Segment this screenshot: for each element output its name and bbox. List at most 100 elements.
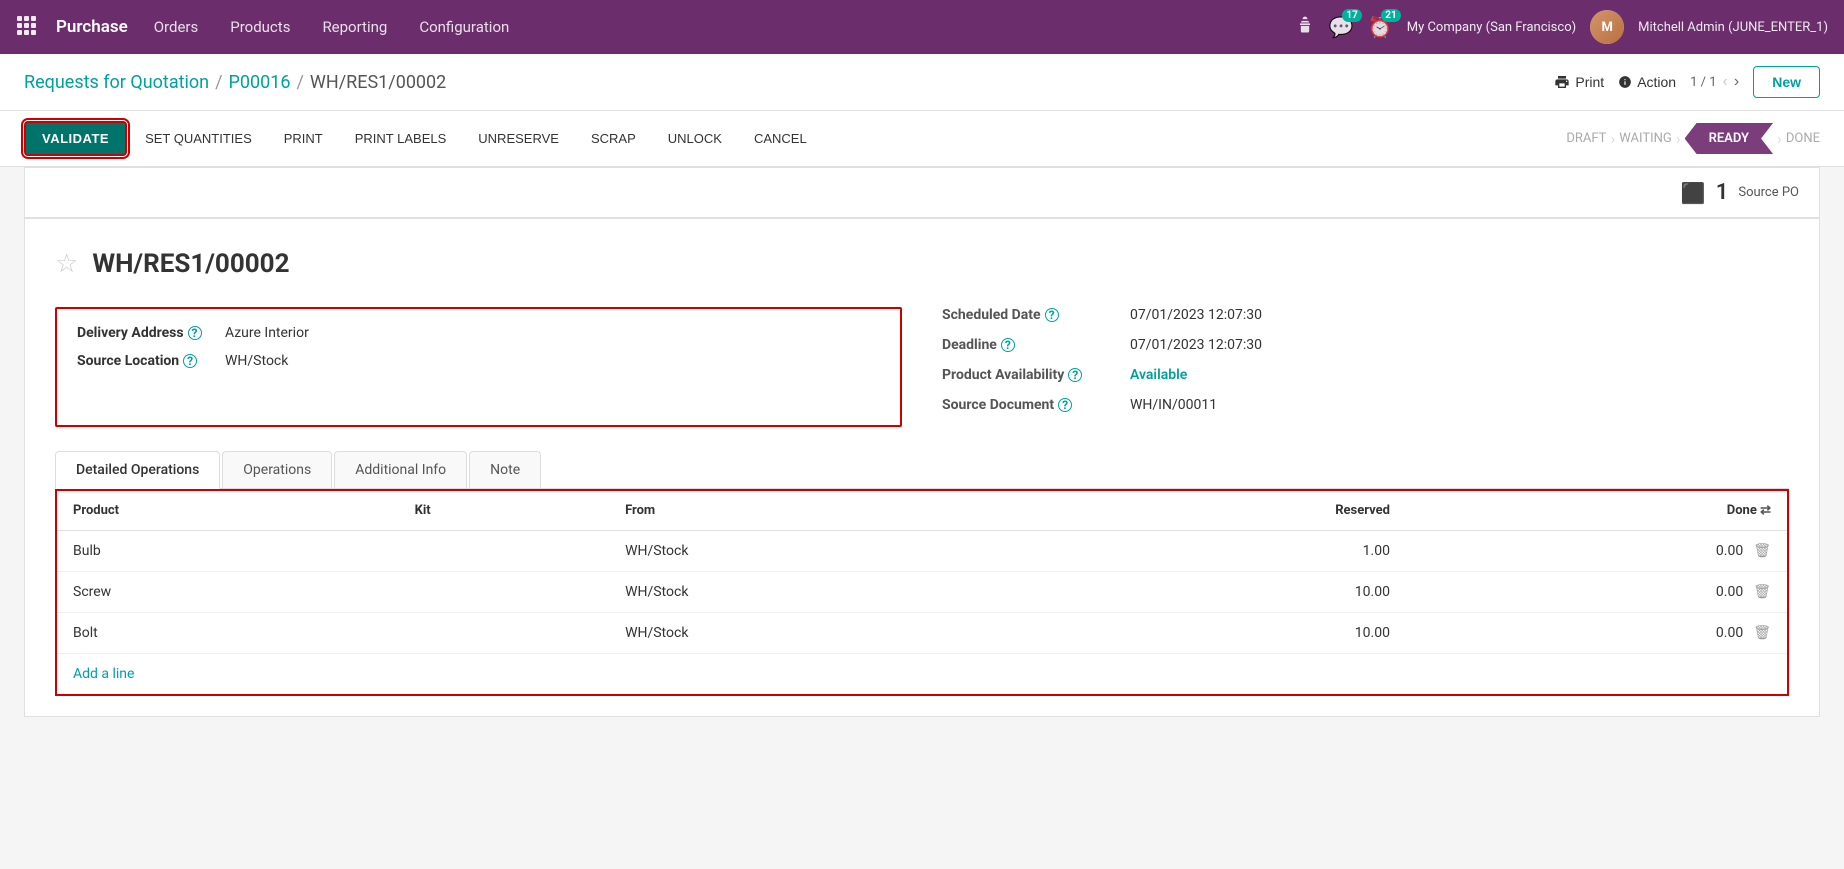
step-draft[interactable]: DRAFT bbox=[1566, 131, 1606, 146]
tab-operations[interactable]: Operations bbox=[222, 451, 332, 488]
step-waiting[interactable]: WAITING bbox=[1619, 131, 1672, 146]
reserved-screw: 10.00 bbox=[1026, 572, 1406, 613]
chat-icon[interactable]: 💬 17 bbox=[1329, 15, 1354, 39]
tab-detailed-operations[interactable]: Detailed Operations bbox=[55, 451, 220, 489]
form-card: ☆ WH/RES1/00002 Delivery Address ? Azure… bbox=[24, 218, 1820, 717]
source-po-widget[interactable]: ⬛ 1 Source PO bbox=[1681, 180, 1799, 205]
col-kit: Kit bbox=[399, 491, 610, 531]
add-line-button[interactable]: Add a line bbox=[57, 654, 150, 694]
breadcrumb: Requests for Quotation / P00016 / WH/RES… bbox=[24, 72, 446, 93]
document-title: WH/RES1/00002 bbox=[92, 249, 289, 279]
done-bolt: 0.00 🗑 bbox=[1406, 613, 1787, 654]
deadline-help[interactable]: ? bbox=[1001, 338, 1015, 352]
product-availability-help[interactable]: ? bbox=[1068, 368, 1082, 382]
table-body: Bulb WH/Stock 1.00 0.00 🗑 Screw bbox=[57, 531, 1787, 654]
validate-button[interactable]: VALIDATE bbox=[24, 121, 127, 156]
cancel-button[interactable]: CANCEL bbox=[740, 123, 821, 154]
table-container: Product Kit From Reserved Done ⇄ Bulb bbox=[55, 489, 1789, 696]
breadcrumb-actions: Print Action 1 / 1 ‹ › New bbox=[1554, 66, 1820, 98]
scheduled-date-label: Scheduled Date ? bbox=[942, 307, 1122, 323]
source-location-label: Source Location ? bbox=[77, 353, 217, 369]
delivery-address-value[interactable]: Azure Interior bbox=[225, 325, 309, 341]
main-content: ⬛ 1 Source PO ☆ WH/RES1/00002 Delivery A… bbox=[0, 167, 1844, 741]
reserved-bolt: 10.00 bbox=[1026, 613, 1406, 654]
action-buttons: VALIDATE SET QUANTITIES PRINT PRINT LABE… bbox=[24, 121, 1566, 156]
scrap-button[interactable]: SCRAP bbox=[577, 123, 650, 154]
nav-products[interactable]: Products bbox=[224, 14, 296, 40]
source-po-count: 1 bbox=[1716, 180, 1729, 205]
product-bulb[interactable]: Bulb bbox=[57, 531, 399, 572]
transfer-icon[interactable]: ⇄ bbox=[1760, 503, 1771, 518]
source-po-bar: ⬛ 1 Source PO bbox=[24, 167, 1820, 218]
scheduled-date-value[interactable]: 07/01/2023 12:07:30 bbox=[1130, 307, 1262, 323]
product-availability-value[interactable]: Available bbox=[1130, 367, 1187, 383]
tab-note[interactable]: Note bbox=[469, 451, 541, 488]
nav-configuration[interactable]: Configuration bbox=[413, 14, 515, 40]
product-availability-label: Product Availability ? bbox=[942, 367, 1122, 383]
breadcrumb-p00016[interactable]: P00016 bbox=[229, 72, 291, 93]
tabs-bar: Detailed Operations Operations Additiona… bbox=[55, 451, 1789, 489]
breadcrumb-bar: Requests for Quotation / P00016 / WH/RES… bbox=[0, 54, 1844, 111]
favorite-star-icon[interactable]: ☆ bbox=[55, 249, 78, 279]
done-bulb: 0.00 🗑 bbox=[1406, 531, 1787, 572]
activity-icon[interactable]: ⏰ 21 bbox=[1368, 15, 1393, 39]
delete-screw-icon[interactable]: 🗑 bbox=[1753, 584, 1771, 600]
step-done[interactable]: DONE bbox=[1786, 131, 1820, 146]
source-document-help[interactable]: ? bbox=[1058, 398, 1072, 412]
kit-screw bbox=[399, 572, 610, 613]
action-bar: VALIDATE SET QUANTITIES PRINT PRINT LABE… bbox=[0, 111, 1844, 167]
source-po-label: Source PO bbox=[1738, 185, 1799, 200]
operations-table: Product Kit From Reserved Done ⇄ Bulb bbox=[57, 491, 1787, 654]
new-button[interactable]: New bbox=[1753, 66, 1820, 98]
delivery-address-label: Delivery Address ? bbox=[77, 325, 217, 341]
source-location-value[interactable]: WH/Stock bbox=[225, 353, 288, 369]
status-steps: DRAFT › WAITING › READY › DONE bbox=[1566, 123, 1820, 154]
done-screw: 0.00 🗑 bbox=[1406, 572, 1787, 613]
chat-badge: 17 bbox=[1342, 9, 1361, 22]
delete-bolt-icon[interactable]: 🗑 bbox=[1753, 625, 1771, 641]
user-avatar[interactable]: M bbox=[1590, 10, 1624, 44]
source-document-value[interactable]: WH/IN/00011 bbox=[1130, 397, 1217, 413]
next-page[interactable]: › bbox=[1734, 73, 1739, 91]
from-bolt[interactable]: WH/Stock bbox=[609, 613, 1026, 654]
source-location-help[interactable]: ? bbox=[183, 354, 197, 368]
action-button[interactable]: Action bbox=[1618, 74, 1676, 90]
app-brand[interactable]: Purchase bbox=[56, 17, 128, 37]
delivery-address-help[interactable]: ? bbox=[188, 326, 202, 340]
app-grid-icon[interactable] bbox=[16, 15, 36, 39]
table-header-row: Product Kit From Reserved Done ⇄ bbox=[57, 491, 1787, 531]
user-name[interactable]: Mitchell Admin (JUNE_ENTER_1) bbox=[1638, 20, 1828, 35]
nav-orders[interactable]: Orders bbox=[148, 14, 205, 40]
deadline-row: Deadline ? 07/01/2023 12:07:30 bbox=[942, 337, 1789, 353]
delete-bulb-icon[interactable]: 🗑 bbox=[1753, 543, 1771, 559]
unreserve-button[interactable]: UNRESERVE bbox=[464, 123, 573, 154]
product-bolt[interactable]: Bolt bbox=[57, 613, 399, 654]
unlock-button[interactable]: UNLOCK bbox=[654, 123, 736, 154]
deadline-value[interactable]: 07/01/2023 12:07:30 bbox=[1130, 337, 1262, 353]
set-quantities-button[interactable]: SET QUANTITIES bbox=[131, 123, 266, 154]
reserved-bulb: 1.00 bbox=[1026, 531, 1406, 572]
product-screw[interactable]: Screw bbox=[57, 572, 399, 613]
tab-additional-info[interactable]: Additional Info bbox=[334, 451, 467, 488]
table-row: Screw WH/Stock 10.00 0.00 🗑 bbox=[57, 572, 1787, 613]
source-location-row: Source Location ? WH/Stock bbox=[77, 353, 880, 369]
right-fields: Scheduled Date ? 07/01/2023 12:07:30 Dea… bbox=[942, 307, 1789, 427]
scheduled-date-help[interactable]: ? bbox=[1045, 308, 1059, 322]
deadline-label: Deadline ? bbox=[942, 337, 1122, 353]
bug-icon[interactable] bbox=[1295, 15, 1315, 40]
print-button-action[interactable]: PRINT bbox=[270, 123, 337, 154]
company-name[interactable]: My Company (San Francisco) bbox=[1407, 20, 1576, 35]
col-reserved: Reserved bbox=[1026, 491, 1406, 531]
print-labels-button[interactable]: PRINT LABELS bbox=[341, 123, 461, 154]
print-button[interactable]: Print bbox=[1554, 74, 1604, 90]
breadcrumb-rfq[interactable]: Requests for Quotation bbox=[24, 72, 209, 93]
col-done: Done ⇄ bbox=[1406, 491, 1787, 531]
scheduled-date-row: Scheduled Date ? 07/01/2023 12:07:30 bbox=[942, 307, 1789, 323]
from-screw[interactable]: WH/Stock bbox=[609, 572, 1026, 613]
nav-reporting[interactable]: Reporting bbox=[316, 14, 393, 40]
from-bulb[interactable]: WH/Stock bbox=[609, 531, 1026, 572]
form-section: Delivery Address ? Azure Interior Source… bbox=[55, 307, 1789, 427]
step-ready[interactable]: READY bbox=[1685, 123, 1773, 154]
activity-badge: 21 bbox=[1381, 9, 1400, 22]
prev-page[interactable]: ‹ bbox=[1723, 73, 1728, 91]
